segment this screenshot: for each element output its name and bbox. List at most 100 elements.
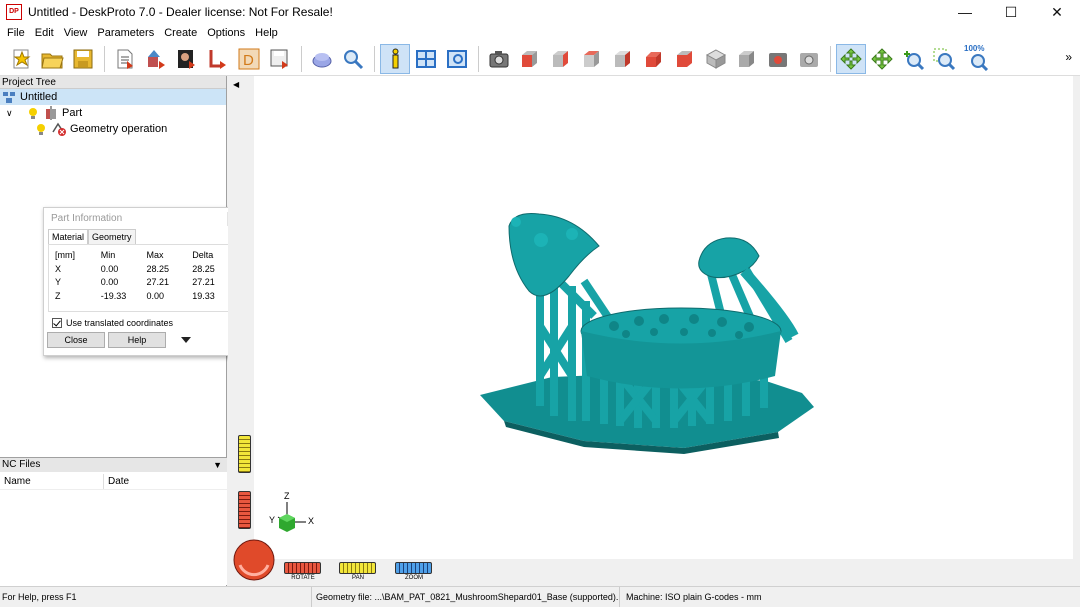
toolbar-overflow-icon[interactable]: » <box>1065 50 1072 64</box>
view-top-button[interactable] <box>639 44 669 74</box>
camera-gear-icon <box>800 52 818 67</box>
load-geometry-button[interactable] <box>110 44 140 74</box>
menu-edit[interactable]: Edit <box>30 27 59 39</box>
snapshot-button[interactable] <box>484 44 514 74</box>
nc-column-date[interactable]: Date <box>104 474 129 489</box>
toolbar-separator <box>478 45 479 72</box>
zoom-window-icon <box>933 48 956 70</box>
help-button[interactable]: Help <box>108 332 166 348</box>
rotate-wheel[interactable] <box>284 562 321 574</box>
load-geometry-icon <box>117 49 133 69</box>
zoom-wheel[interactable] <box>395 562 432 574</box>
minimize-button[interactable]: — <box>942 0 988 24</box>
save-nc-button[interactable] <box>265 44 295 74</box>
operation-error-icon <box>52 122 66 136</box>
translated-coordinates-checkbox[interactable] <box>52 318 62 328</box>
window-layout-icon <box>416 49 436 68</box>
table-header: Min <box>100 250 116 260</box>
pan-wheel[interactable] <box>339 562 376 574</box>
lightbulb-icon[interactable] <box>34 122 48 136</box>
close-dialog-button[interactable]: Close <box>47 332 105 348</box>
new-project-button[interactable] <box>6 44 36 74</box>
right-strip <box>1073 76 1080 586</box>
menu-options[interactable]: Options <box>202 27 250 39</box>
nc-column-name[interactable]: Name <box>0 474 104 489</box>
render-button[interactable] <box>763 44 793 74</box>
table-cell: 28.25 <box>146 263 169 274</box>
tree-item-part[interactable]: ∨ Part <box>0 105 226 121</box>
open-button[interactable] <box>37 44 67 74</box>
table-header: Delta <box>192 250 214 260</box>
rotate-wheel-label: ROTATE <box>291 575 315 581</box>
cube-bottom-icon <box>677 50 692 67</box>
zoom-in-button[interactable] <box>898 44 928 74</box>
expand-arrow-icon[interactable] <box>181 337 191 343</box>
tree-item-project[interactable]: Untitled <box>0 89 226 105</box>
table-cell: 19.33 <box>192 290 215 301</box>
save-nc-icon <box>270 49 288 69</box>
inspect-button[interactable] <box>338 44 368 74</box>
dialog-buttons: Close Help <box>47 332 243 348</box>
dialog-title-bar[interactable]: Part Information <box>44 208 243 229</box>
show-stock-button[interactable] <box>307 44 337 74</box>
chevron-down-icon[interactable]: ∨ <box>6 108 18 119</box>
menu-file[interactable]: File <box>2 27 30 39</box>
view-left-button[interactable] <box>577 44 607 74</box>
rotate-dial[interactable] <box>233 539 275 581</box>
pan-arrows-icon <box>871 47 893 70</box>
close-button[interactable]: ✕ <box>1034 0 1080 24</box>
tab-geometry[interactable]: Geometry <box>88 229 136 244</box>
view-bottom-button[interactable] <box>670 44 700 74</box>
lightbulb-icon[interactable] <box>26 106 40 120</box>
3d-viewport[interactable]: Z Y X <box>254 76 1073 559</box>
pan-mode-button[interactable] <box>867 44 897 74</box>
bitmap-wizard-button[interactable] <box>172 44 202 74</box>
view-iso-button[interactable] <box>701 44 731 74</box>
vector-wizard-button[interactable] <box>203 44 233 74</box>
settings-button[interactable] <box>794 44 824 74</box>
table-cell: 27.21 <box>146 277 169 287</box>
model-bump <box>511 217 521 227</box>
tree-item-geometry-operation-label: Geometry operation <box>70 123 168 135</box>
table-cell: Y <box>55 277 62 287</box>
vertical-pan-wheel[interactable] <box>238 435 251 473</box>
view-default-button[interactable] <box>732 44 762 74</box>
dropdown-arrow-icon[interactable]: ▼ <box>213 458 222 472</box>
vertical-rotate-wheel[interactable] <box>238 491 251 529</box>
zoom-window-button[interactable] <box>929 44 959 74</box>
info-icon <box>392 48 399 68</box>
menu-bar: File Edit View Parameters Create Options… <box>0 24 1080 42</box>
tree-item-project-label: Untitled <box>20 91 58 103</box>
title-bar: DP Untitled - DeskProto 7.0 - Dealer lic… <box>0 0 1080 24</box>
menu-create[interactable]: Create <box>159 27 202 39</box>
save-button[interactable] <box>68 44 98 74</box>
dxf-wizard-button[interactable]: D <box>234 44 264 74</box>
rotate-mode-button[interactable] <box>836 43 866 74</box>
tree-item-geometry-operation[interactable]: Geometry operation <box>0 121 226 137</box>
view-front-button[interactable] <box>515 44 545 74</box>
menu-view[interactable]: View <box>59 27 93 39</box>
collapse-arrow-icon[interactable]: ◀ <box>233 80 239 89</box>
folder-open-icon <box>41 53 64 68</box>
dxf-icon: D <box>238 48 260 69</box>
table-cell: 0.00 <box>100 277 119 287</box>
table-cell: X <box>55 263 62 274</box>
toolbar-separator <box>830 45 831 72</box>
view-right-button[interactable] <box>608 44 638 74</box>
tab-material[interactable]: Material <box>48 229 89 244</box>
preview-button[interactable] <box>442 44 472 74</box>
cube-front-icon <box>522 50 537 67</box>
part-wizard-button[interactable] <box>141 44 171 74</box>
cube-right-icon <box>615 50 630 67</box>
zoom-100-button[interactable]: 100% <box>960 44 996 74</box>
part-info-button[interactable] <box>380 43 410 74</box>
layout-button[interactable] <box>411 44 441 74</box>
table-row: Z -19.33 0.00 19.33 <box>55 290 232 304</box>
menu-help[interactable]: Help <box>250 27 283 39</box>
translated-coordinates-option[interactable]: Use translated coordinates <box>52 318 243 328</box>
view-back-button[interactable] <box>546 44 576 74</box>
menu-parameters[interactable]: Parameters <box>92 27 159 39</box>
maximize-icon: ☐ <box>1004 3 1018 20</box>
table-cell: 28.25 <box>192 263 215 274</box>
maximize-button[interactable]: ☐ <box>988 0 1034 24</box>
